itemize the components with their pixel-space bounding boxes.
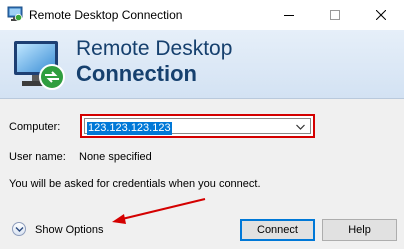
credentials-message: You will be asked for credentials when y…	[9, 178, 261, 190]
username-value: None specified	[79, 151, 152, 163]
window-title: Remote Desktop Connection	[29, 8, 183, 22]
banner-title-line-1: Remote Desktop	[76, 37, 233, 60]
username-label: User name:	[9, 151, 66, 163]
computer-input[interactable]: 123.123.123.123	[84, 118, 311, 135]
chevron-down-icon	[15, 227, 24, 232]
header-banner: Remote Desktop Connection	[0, 30, 404, 99]
computer-label: Computer:	[9, 121, 61, 133]
connect-button[interactable]: Connect	[240, 219, 315, 241]
banner-title-line-2: Connection	[76, 61, 197, 86]
computer-combobox[interactable]: 123.123.123.123	[80, 114, 315, 138]
maximize-button[interactable]	[312, 0, 358, 30]
remote-desktop-logo-icon	[14, 41, 65, 90]
minimize-button[interactable]	[266, 0, 312, 30]
show-options-link[interactable]: Show Options	[35, 224, 103, 236]
title-bar: Remote Desktop Connection	[0, 0, 404, 30]
close-icon	[376, 10, 386, 20]
minimize-icon	[284, 15, 294, 16]
show-options-toggle[interactable]	[12, 222, 26, 236]
chevron-down-icon[interactable]	[296, 124, 305, 131]
close-button[interactable]	[358, 0, 404, 30]
help-button[interactable]: Help	[322, 219, 397, 241]
computer-input-value: 123.123.123.123	[87, 122, 172, 135]
maximize-icon	[330, 10, 340, 20]
remote-desktop-app-icon	[7, 6, 23, 22]
